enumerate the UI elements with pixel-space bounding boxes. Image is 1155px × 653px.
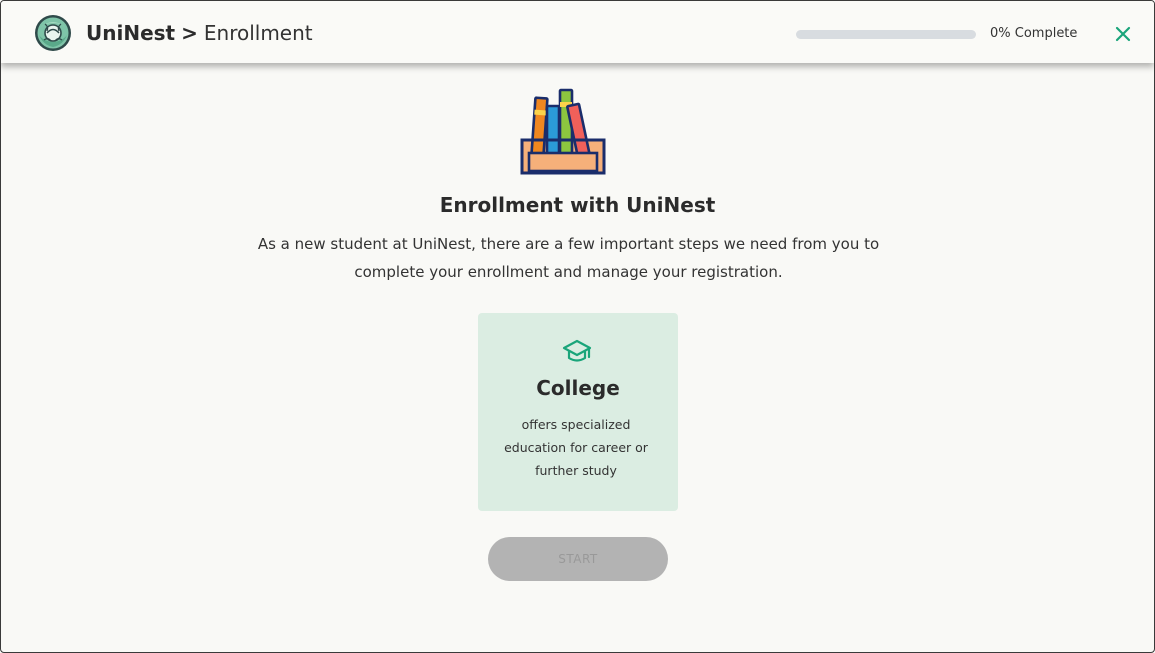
card-description: offers specialized education for career … (504, 417, 648, 478)
page-section: Enrollment (203, 21, 313, 45)
app-window: UniNest > Enrollment 0% Complete Enrollm… (0, 0, 1155, 653)
top-bar: UniNest > Enrollment 0% Complete (1, 1, 1154, 63)
brand-name: UniNest (86, 21, 176, 45)
card-title: College (536, 376, 620, 400)
college-option-card[interactable]: College offers specialized education for… (478, 313, 678, 511)
main-content: Enrollment with UniNest As a new student… (1, 63, 1154, 652)
progress-label: 0% Complete (990, 26, 1078, 41)
close-icon[interactable] (1111, 22, 1135, 46)
cabbage-logo-icon (35, 15, 71, 51)
breadcrumb-separator: > (181, 21, 198, 45)
intro-text: As a new student at UniNest, there are a… (257, 235, 880, 281)
breadcrumb: UniNest > Enrollment (86, 20, 313, 46)
graduation-cap-icon (562, 339, 592, 362)
progress-bar (796, 30, 976, 39)
books-icon (520, 88, 606, 175)
page-title: Enrollment with UniNest (439, 193, 716, 217)
start-button[interactable]: START (488, 537, 668, 581)
